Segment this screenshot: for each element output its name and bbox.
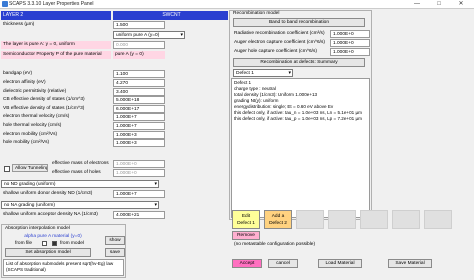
metastable-note: (no metastable configuration possible): [234, 242, 316, 247]
from-model-option[interactable]: from model: [58, 240, 92, 248]
defects-summary-button[interactable]: Recombination at defects: Summary: [233, 58, 365, 67]
load-material-button[interactable]: Load Material: [318, 259, 362, 268]
title-bar: SCAPS 3.3.10 Layer Properties Panel — □ …: [0, 0, 474, 9]
property-input[interactable]: 3.400: [113, 88, 165, 96]
pure-a-label: pure A (y = 0): [113, 51, 165, 59]
chevron-down-icon: ▾: [288, 70, 291, 76]
chevron-down-icon: ▾: [180, 32, 183, 38]
tunneling-checkbox[interactable]: [4, 166, 10, 172]
defect-details: Defect 1 charge type : neutral total den…: [231, 78, 370, 218]
na-grading-select[interactable]: no NA grading (uniform) ▾: [1, 201, 159, 209]
remove-defect-button[interactable]: Remove: [232, 231, 260, 240]
absorption-submodel-list: List of absorption submodels present sqr…: [3, 259, 124, 276]
nd-input[interactable]: 1.000E+7: [113, 190, 165, 198]
accept-button[interactable]: Accept: [232, 259, 262, 268]
defect-slot: [328, 210, 356, 229]
na-label: shallow uniform acceptor density NA (1/c…: [3, 212, 98, 217]
band-to-band-button[interactable]: Band to band recombination: [233, 18, 365, 27]
defect-select-value: Defect 1: [236, 71, 254, 76]
layer-name-label: LAYER 2: [1, 11, 111, 20]
radiative-label: Radiative recombination coefficient (cm³…: [234, 31, 325, 36]
property-input[interactable]: 1.000E+3: [113, 139, 165, 147]
semiconductor-header: Semiconductor Property P of the pure mat…: [1, 51, 111, 59]
absorption-save-button[interactable]: save: [105, 248, 125, 257]
uniform-note: The layer is pure A: y = 0, uniform: [1, 41, 111, 49]
layer-name-value[interactable]: SWCNT: [113, 11, 228, 20]
defect-slot: [360, 210, 388, 229]
profile-select[interactable]: uniform pure A (y=0) ▾: [113, 31, 185, 39]
tunneling-label: Allow Tunneling: [12, 164, 48, 172]
recombination-title: Recombination model: [233, 11, 280, 16]
absorption-show-button[interactable]: show: [105, 236, 125, 245]
property-input[interactable]: 1.100: [113, 70, 165, 78]
thickness-label: thickness (µm): [3, 22, 35, 27]
profile-select-value: uniform pure A (y=0): [116, 33, 160, 38]
thickness-input[interactable]: 1.500: [113, 21, 165, 29]
close-button[interactable]: ✕: [450, 0, 472, 8]
na-grading-value: no NA grading (uniform): [4, 203, 55, 208]
property-label: dielectric permittivity (relative): [3, 89, 67, 94]
property-input[interactable]: 1.000E+7: [113, 122, 165, 130]
property-label: hole thermal velocity (cm/s): [3, 123, 62, 128]
composition-y-input: 0.000: [113, 41, 165, 49]
auger-electron-label: Auger electron capture coefficient (cm^6…: [234, 40, 325, 45]
nd-label: shallow uniform donor density ND (1/cm3): [3, 191, 93, 196]
property-label: electron thermal velocity (cm/s): [3, 114, 70, 119]
nd-grading-select[interactable]: no ND grading (uniform) ▾: [1, 180, 159, 188]
cancel-button[interactable]: cancel: [268, 259, 298, 268]
property-input[interactable]: 5.000E+18: [113, 96, 165, 104]
defect-select[interactable]: Defect 1 ▾: [233, 69, 293, 77]
property-label: electron affinity (eV): [3, 80, 46, 85]
set-absorption-model-button[interactable]: Set absorption model: [5, 248, 91, 257]
radiative-input[interactable]: 1.000E+0: [330, 30, 370, 38]
auger-hole-label: Auger hole capture coefficient (cm^6/s): [234, 49, 317, 54]
defect-detail-line: this defect only, if active: tau_p = 1.0…: [234, 116, 362, 121]
from-model-radio[interactable]: [52, 241, 57, 246]
property-input[interactable]: 1.000E+3: [113, 131, 165, 139]
chevron-down-icon: ▾: [154, 181, 157, 187]
add-defect-button[interactable]: Add a Defect 2: [264, 210, 292, 229]
property-label: bandgap (eV): [3, 71, 33, 76]
from-file-radio[interactable]: [42, 241, 47, 246]
property-input[interactable]: 1.000E+7: [113, 113, 165, 121]
auger-electron-input[interactable]: 1.000E+0: [330, 39, 370, 47]
minimize-button[interactable]: —: [406, 0, 428, 8]
mass-holes-input: 1.000E+0: [113, 169, 165, 177]
property-label: electron mobility (cm²/Vs): [3, 132, 58, 137]
property-input[interactable]: 4.270: [113, 79, 165, 87]
window-title: SCAPS 3.3.10 Layer Properties Panel: [9, 1, 94, 7]
property-input[interactable]: 6.000E+17: [113, 105, 165, 113]
auger-hole-input[interactable]: 1.000E+0: [330, 48, 370, 56]
property-label: CB effective density of states (1/cm^3): [3, 97, 85, 102]
edit-defect-button[interactable]: Edit Defect 1: [232, 210, 260, 229]
na-input[interactable]: 4.000E+21: [113, 211, 165, 219]
defect-slot: [296, 210, 324, 229]
save-material-button[interactable]: Save Material: [388, 259, 432, 268]
absorption-title: Absorption interpolation model: [5, 226, 70, 231]
defect-slot: [424, 210, 452, 229]
app-icon: [2, 1, 8, 7]
mass-electrons-label: effective mass of electrons: [52, 161, 109, 166]
chevron-down-icon: ▾: [154, 202, 157, 208]
from-file-option[interactable]: from file: [13, 240, 41, 248]
property-label: hole mobility (cm²/Vs): [3, 140, 50, 145]
mass-holes-label: effective mass of holes: [52, 170, 101, 175]
maximize-button[interactable]: □: [428, 0, 450, 8]
defect-slot: [392, 210, 420, 229]
mass-electrons-input: 1.000E+0: [113, 160, 165, 168]
property-label: VB effective density of states (1/cm^3): [3, 106, 85, 111]
nd-grading-value: no ND grading (uniform): [4, 182, 56, 187]
